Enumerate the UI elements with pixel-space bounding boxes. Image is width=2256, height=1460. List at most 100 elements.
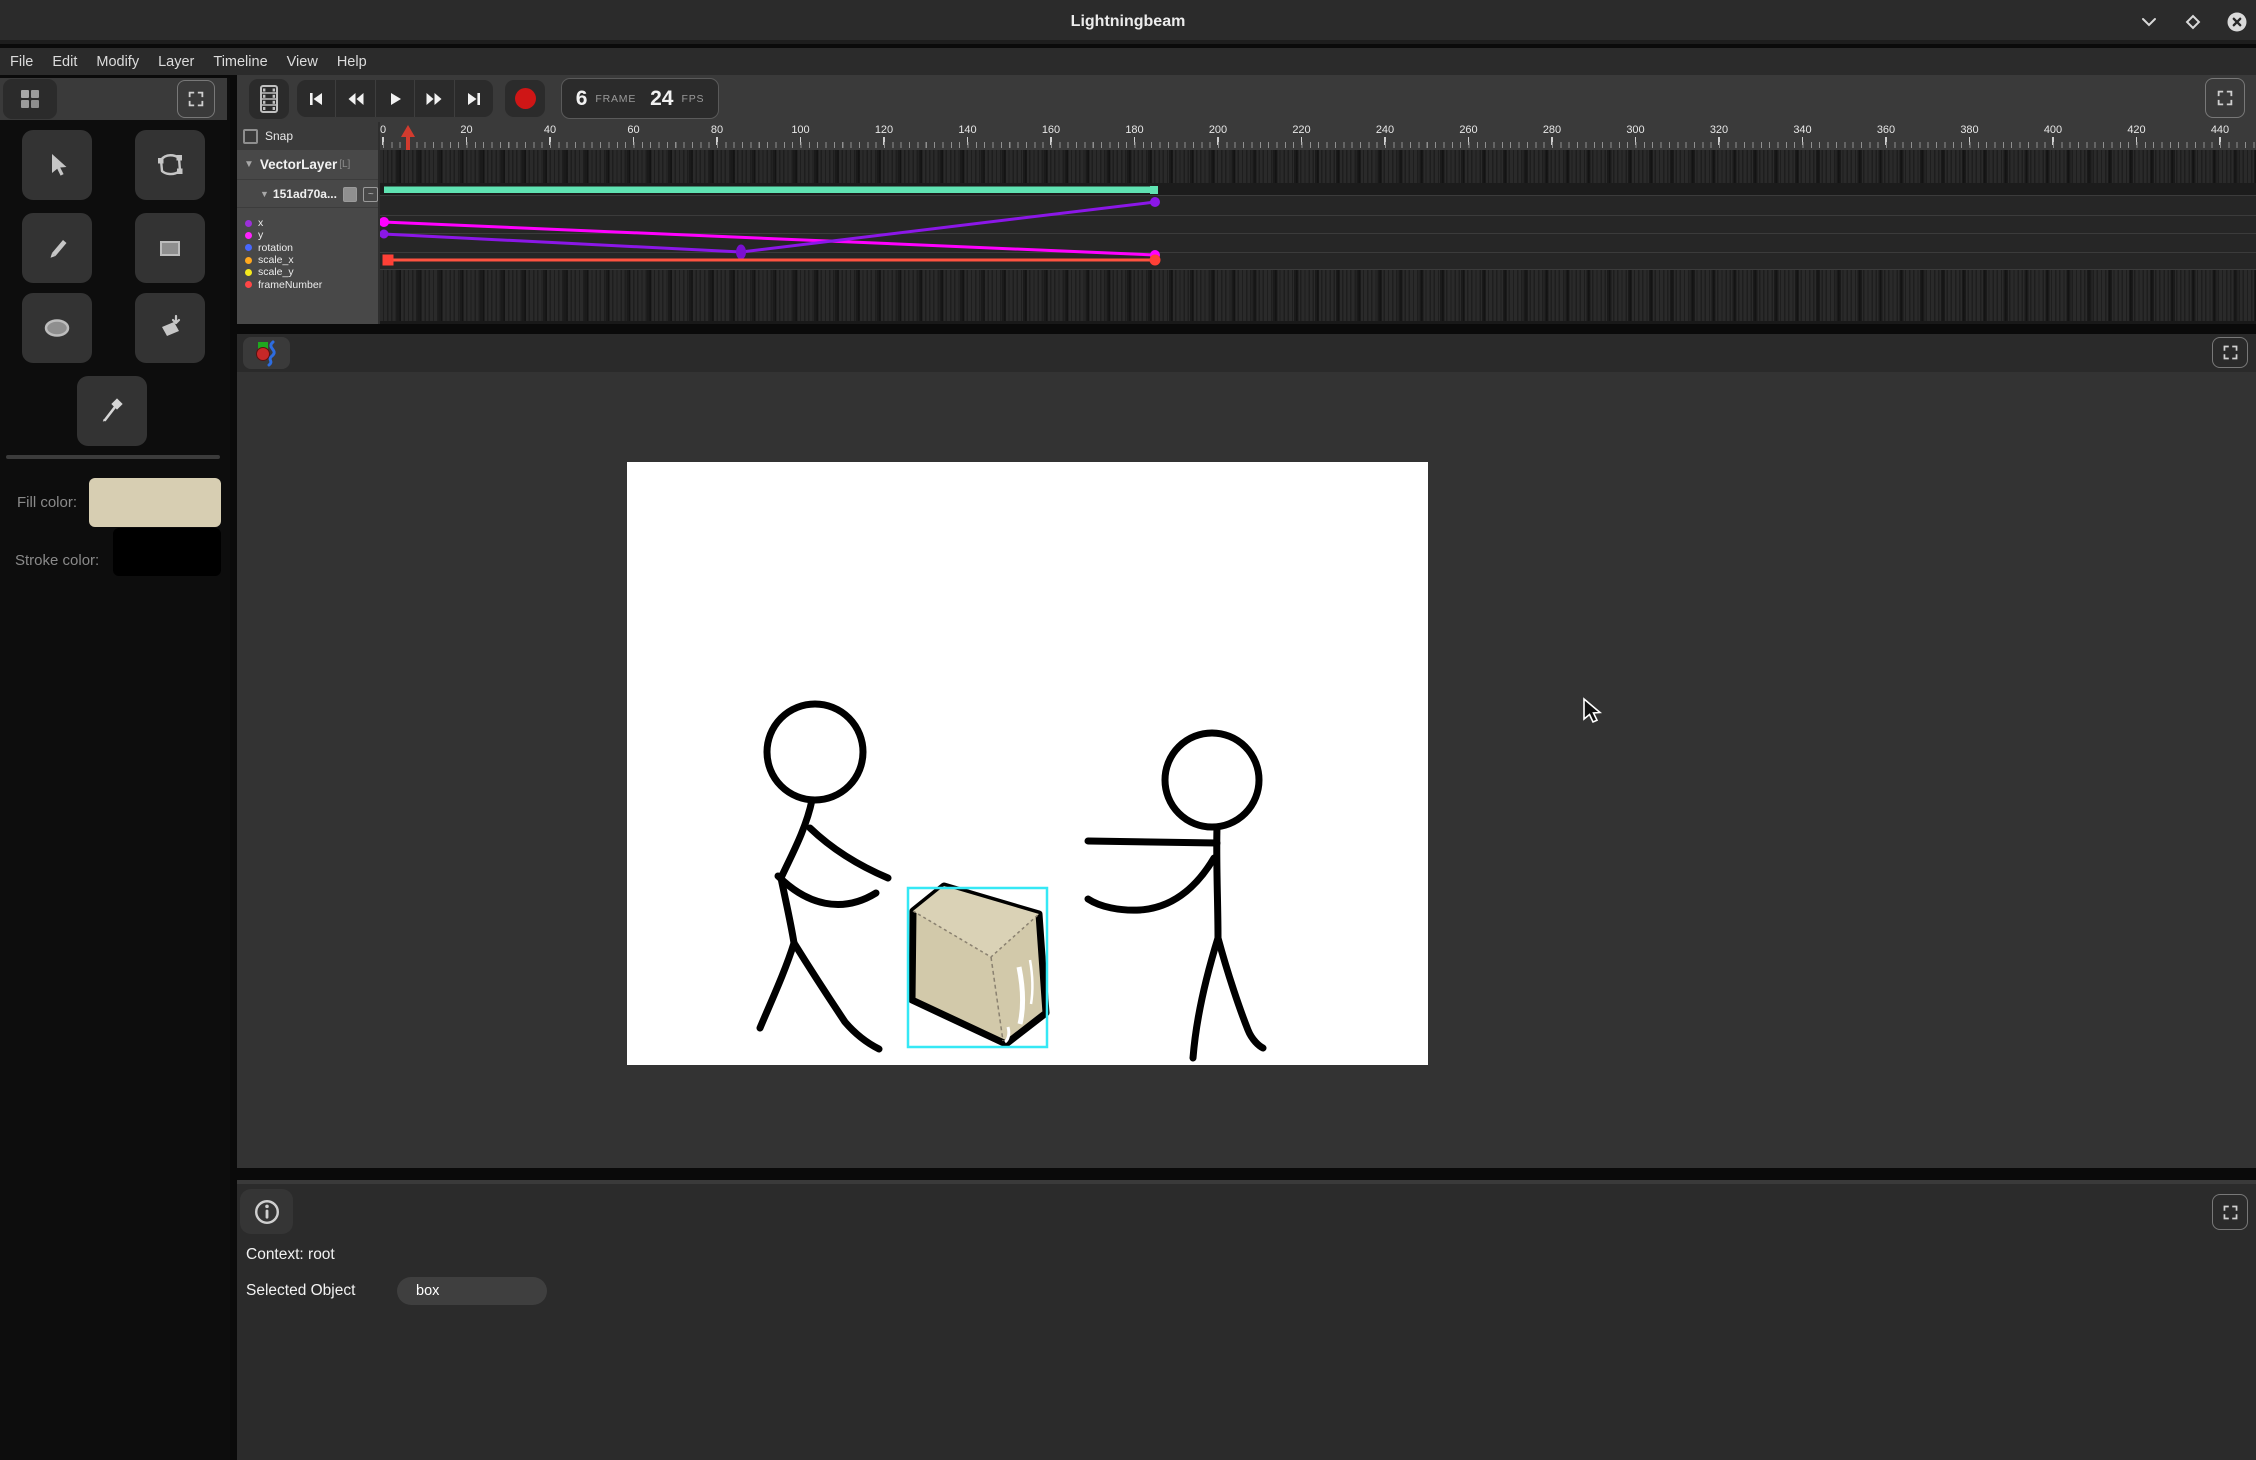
- select-tool-button[interactable]: [22, 130, 92, 200]
- menu-layer[interactable]: Layer: [158, 54, 194, 70]
- property-row-y[interactable]: y: [237, 229, 378, 241]
- film-button[interactable]: [249, 79, 289, 119]
- menu-file[interactable]: File: [10, 54, 33, 70]
- rectangle-tool-button[interactable]: [135, 213, 205, 283]
- lightningbeam-app: Lightningbeam File Edit Modify Layer Tim…: [0, 0, 2256, 1460]
- animation-stage[interactable]: [627, 462, 1428, 1065]
- chevron-down-icon: [2138, 11, 2160, 33]
- fps-unit-label: FPS: [681, 93, 704, 105]
- info-icon: [252, 1197, 282, 1227]
- transport-controls: [297, 80, 493, 117]
- stick-figure-right[interactable]: [1088, 733, 1263, 1058]
- eyedropper-tool-button[interactable]: [77, 376, 147, 446]
- property-color-dot: [245, 281, 252, 288]
- tween-badge-button[interactable]: ~: [363, 187, 378, 202]
- frame-ruler[interactable]: 0204060801001201401601802002202402602803…: [380, 122, 2256, 150]
- timeline-header: 6 FRAME 24 FPS: [237, 75, 2256, 122]
- snap-label: Snap: [265, 129, 293, 143]
- close-button[interactable]: [2226, 11, 2248, 33]
- property-row-framenumber[interactable]: frameNumber: [237, 278, 378, 290]
- playhead[interactable]: [399, 124, 417, 150]
- snap-checkbox[interactable]: [243, 129, 258, 144]
- select-arrow-icon: [41, 149, 73, 181]
- film-strip-icon: [256, 84, 282, 114]
- mouse-cursor: [1578, 696, 1604, 726]
- fast-forward-icon: [424, 90, 444, 108]
- layer-suffix: [L]: [339, 159, 350, 170]
- menu-view[interactable]: View: [287, 54, 318, 70]
- fill-color-swatch[interactable]: [89, 478, 221, 527]
- maximize-button[interactable]: [2182, 11, 2204, 33]
- selected-object-field[interactable]: box: [397, 1277, 547, 1305]
- info-button[interactable]: [240, 1189, 293, 1234]
- sidebar-expand-button[interactable]: [177, 80, 215, 118]
- skip-to-end-button[interactable]: [455, 80, 493, 117]
- context-panel: Context: root Selected Object box: [237, 1180, 2256, 1460]
- vector-scene-button[interactable]: [243, 337, 290, 369]
- keyframe-badge-button[interactable]: [343, 187, 358, 202]
- ellipse-tool-button[interactable]: [22, 293, 92, 363]
- frame-fps-display[interactable]: 6 FRAME 24 FPS: [561, 78, 719, 119]
- menu-edit[interactable]: Edit: [52, 54, 77, 70]
- property-color-dot: [245, 269, 252, 276]
- node-edit-icon: [153, 148, 187, 182]
- node-edit-tool-button[interactable]: [135, 130, 205, 200]
- timeline-expand-button[interactable]: [2205, 78, 2245, 118]
- property-row-scale-y[interactable]: scale_y: [237, 266, 378, 278]
- animation-curves[interactable]: [380, 150, 2256, 324]
- record-icon: [515, 88, 536, 109]
- ellipse-icon: [40, 311, 74, 345]
- expand-icon: [2215, 88, 2235, 108]
- paint-bucket-tool-button[interactable]: [135, 293, 205, 363]
- canvas-expand-button[interactable]: [2212, 337, 2248, 368]
- collapse-triangle-icon[interactable]: ▼: [244, 159, 254, 170]
- skip-start-icon: [307, 90, 325, 108]
- canvas-panel: [237, 334, 2256, 1168]
- sidebar-divider: [6, 455, 220, 459]
- selected-object-label: Selected Object: [246, 1282, 355, 1300]
- property-row-rotation[interactable]: rotation: [237, 242, 378, 254]
- vector-graphics-icon: [252, 338, 282, 368]
- fast-forward-button[interactable]: [415, 80, 454, 117]
- timeline-panel: 6 FRAME 24 FPS Snap ▼ VectorLayer [L]: [237, 75, 2256, 324]
- play-button[interactable]: [376, 80, 415, 117]
- property-color-dot: [245, 257, 252, 264]
- rewind-button[interactable]: [336, 80, 375, 117]
- stroke-color-swatch[interactable]: [113, 528, 221, 576]
- frame-value: 6: [576, 87, 588, 111]
- menu-help[interactable]: Help: [337, 54, 367, 70]
- collapse-triangle-icon[interactable]: ▼: [260, 189, 269, 199]
- layer-row-object[interactable]: ▼ 151ad70a... ~: [237, 181, 378, 208]
- property-color-dot: [245, 220, 252, 227]
- menubar: File Edit Modify Layer Timeline View Hel…: [0, 48, 2256, 75]
- pencil-tool-button[interactable]: [22, 213, 92, 283]
- window-controls: [2138, 0, 2248, 44]
- sidebar-header: [0, 78, 227, 120]
- rewind-icon: [346, 90, 366, 108]
- record-button[interactable]: [505, 80, 545, 117]
- expand-icon: [2221, 343, 2240, 362]
- minimize-button[interactable]: [2138, 11, 2160, 33]
- titlebar: Lightningbeam: [0, 0, 2256, 44]
- property-color-dot: [245, 232, 252, 239]
- eyedropper-icon: [95, 394, 129, 428]
- context-panel-expand-button[interactable]: [2212, 1194, 2248, 1230]
- layer-row-vectorlayer[interactable]: ▼ VectorLayer [L]: [237, 150, 378, 180]
- canvas-workspace[interactable]: [237, 372, 2256, 1168]
- property-row-x[interactable]: x: [237, 217, 378, 229]
- property-list: x y rotation scale_x scale_y frameNumber: [237, 217, 378, 291]
- box-object[interactable]: [912, 886, 1046, 1044]
- panel-grid-button[interactable]: [3, 79, 57, 119]
- play-icon: [386, 90, 404, 108]
- property-row-scale-x[interactable]: scale_x: [237, 254, 378, 266]
- timeline-tracks[interactable]: 0204060801001201401601802002202402602803…: [380, 122, 2256, 324]
- property-color-dot: [245, 244, 252, 251]
- sublayer-name: 151ad70a...: [273, 187, 337, 201]
- menu-timeline[interactable]: Timeline: [213, 54, 267, 70]
- snap-row: Snap: [237, 122, 378, 150]
- stick-figure-left[interactable]: [760, 704, 888, 1049]
- menu-modify[interactable]: Modify: [96, 54, 139, 70]
- fill-color-label: Fill color:: [17, 494, 77, 511]
- skip-to-start-button[interactable]: [297, 80, 336, 117]
- window-title: Lightningbeam: [0, 0, 2256, 44]
